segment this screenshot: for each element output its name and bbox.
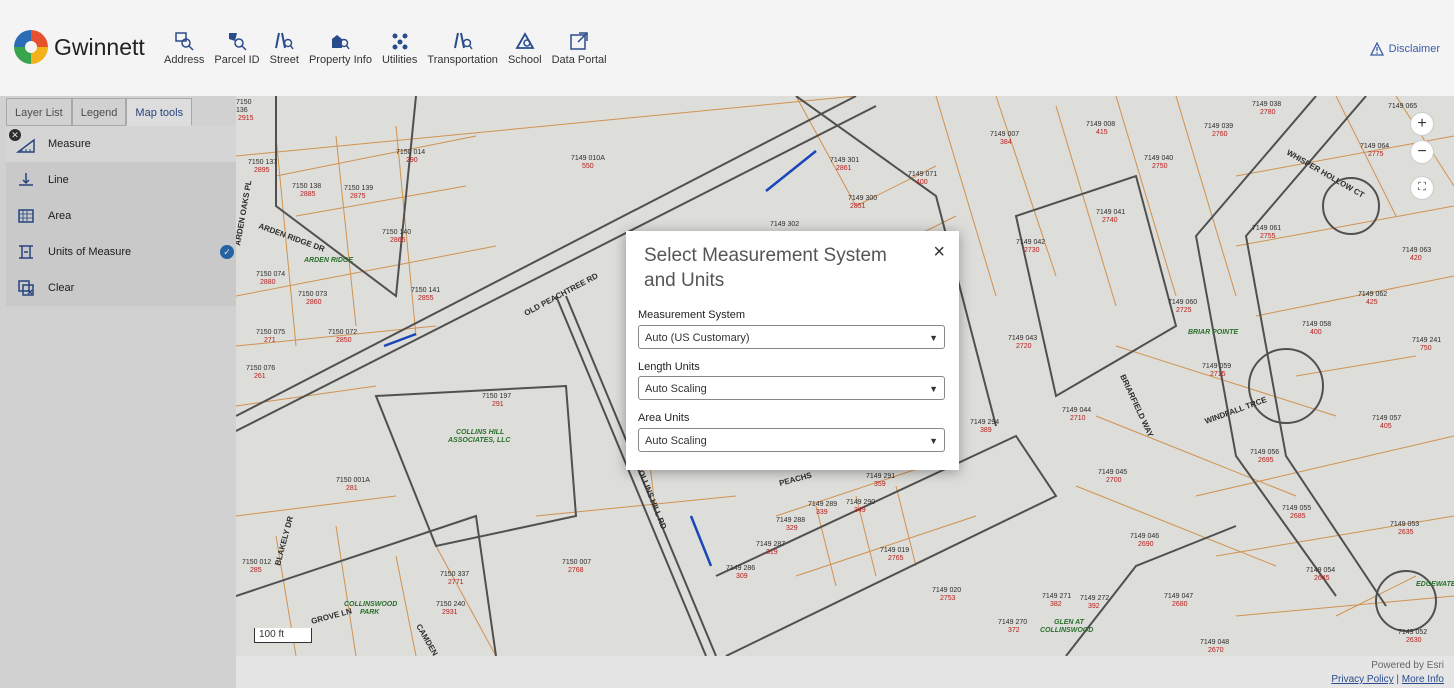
- area-units-label: Area Units: [638, 412, 690, 424]
- close-icon[interactable]: ×: [933, 241, 945, 264]
- fullscreen-button[interactable]: ⛶: [1410, 176, 1434, 200]
- footer-links: Privacy Policy | More Info: [1331, 674, 1444, 685]
- length-units-label: Length Units: [638, 361, 700, 373]
- area-units-select[interactable]: Auto Scaling ▼: [638, 428, 945, 452]
- fullscreen-icon: ⛶: [1418, 181, 1426, 193]
- nav-parcel-id-label: Parcel ID: [214, 54, 260, 66]
- chevron-down-icon: ▼: [929, 436, 938, 446]
- warning-icon: [1369, 42, 1384, 56]
- nav-transportation[interactable]: Transportation: [427, 30, 498, 66]
- privacy-policy-link[interactable]: Privacy Policy: [1331, 674, 1393, 685]
- nav-utilities-label: Utilities: [381, 54, 418, 66]
- nav-street-label: Street: [269, 54, 299, 66]
- app-header: Gwinnett Address Parcel ID Street Proper…: [0, 0, 1454, 97]
- nav-school[interactable]: School: [508, 30, 542, 66]
- chevron-down-icon: ▼: [929, 333, 938, 343]
- nav-transportation-label: Transportation: [427, 54, 498, 66]
- utilities-icon: [392, 33, 408, 50]
- measurement-system-select[interactable]: Auto (US Customary) ▼: [638, 325, 945, 349]
- parcel-search-icon: [228, 33, 247, 51]
- property-search-icon: [332, 35, 351, 50]
- more-info-link[interactable]: More Info: [1402, 674, 1444, 685]
- nav-address[interactable]: Address: [164, 30, 204, 66]
- measurement-system-value: Auto (US Customary): [645, 332, 750, 344]
- measurement-system-label: Measurement System: [638, 309, 745, 321]
- nav-property-info-label: Property Info: [308, 54, 372, 66]
- area-units-value: Auto Scaling: [645, 435, 707, 447]
- length-units-select[interactable]: Auto Scaling ▼: [638, 376, 945, 400]
- external-link-icon: [570, 32, 588, 50]
- chevron-down-icon: ▼: [929, 384, 938, 394]
- transportation-icon: [453, 32, 473, 50]
- zoom-in-button[interactable]: +: [1410, 112, 1434, 136]
- nav-address-label: Address: [164, 54, 205, 66]
- nav-street[interactable]: Street: [270, 30, 299, 66]
- school-icon: [515, 32, 535, 49]
- measurement-units-dialog: Select Measurement System and Units × Me…: [626, 231, 959, 470]
- street-search-icon: [275, 32, 294, 50]
- app-title: Gwinnett: [54, 33, 145, 60]
- gwinnett-logo[interactable]: Gwinnett: [14, 30, 145, 64]
- address-search-icon: [175, 32, 194, 51]
- nav-school-label: School: [507, 54, 542, 66]
- main-nav: Address Parcel ID Street Property Info U…: [164, 30, 617, 66]
- scale-bar: 100 ft: [254, 628, 312, 643]
- disclaimer-link[interactable]: Disclaimer: [1369, 42, 1440, 56]
- disclaimer-label: Disclaimer: [1388, 43, 1440, 55]
- nav-data-portal[interactable]: Data Portal: [552, 30, 607, 66]
- nav-property-info[interactable]: Property Info: [309, 30, 372, 66]
- logo-icon: [14, 30, 48, 64]
- length-units-value: Auto Scaling: [645, 383, 707, 395]
- dialog-title: Select Measurement System and Units: [644, 245, 887, 291]
- zoom-out-button[interactable]: −: [1410, 140, 1434, 164]
- nav-data-portal-label: Data Portal: [551, 54, 607, 66]
- nav-utilities[interactable]: Utilities: [382, 30, 417, 66]
- powered-by-esri: Powered by Esri: [1371, 660, 1444, 671]
- nav-parcel-id[interactable]: Parcel ID: [214, 30, 260, 66]
